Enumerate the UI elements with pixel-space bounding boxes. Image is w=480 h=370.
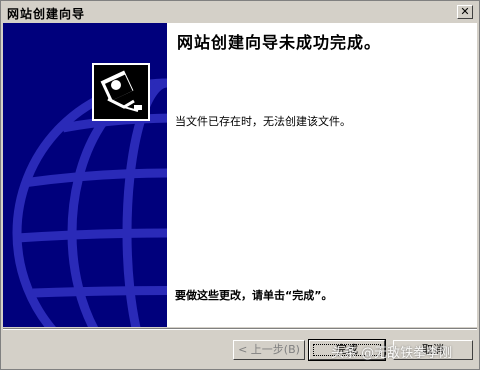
web-wizard-icon — [92, 63, 150, 121]
close-button[interactable]: ✕ — [457, 5, 473, 19]
finish-instruction: 要做这些更改，请单击“完成”。 — [175, 289, 333, 302]
watermark: 头条 @无敌铁拳李刚 — [331, 346, 453, 361]
divider — [3, 328, 477, 330]
window-title: 网站创建向导 — [7, 7, 86, 21]
back-button[interactable]: < 上一步(B) — [233, 340, 305, 360]
wizard-content: 网站创建向导未成功完成。 当文件已存在时，无法创建该文件。 要做这些更改，请单击… — [167, 23, 477, 327]
page-title: 网站创建向导未成功完成。 — [177, 33, 382, 52]
title-bar: 网站创建向导 ✕ — [3, 3, 477, 21]
wizard-window: 网站创建向导 ✕ 网站创建向导未成功完成。 当文件已存在时，无法创建该文件。 要… — [0, 0, 480, 370]
wizard-sidebar — [3, 23, 167, 327]
error-message: 当文件已存在时，无法创建该文件。 — [175, 115, 351, 128]
close-icon: ✕ — [460, 5, 470, 18]
